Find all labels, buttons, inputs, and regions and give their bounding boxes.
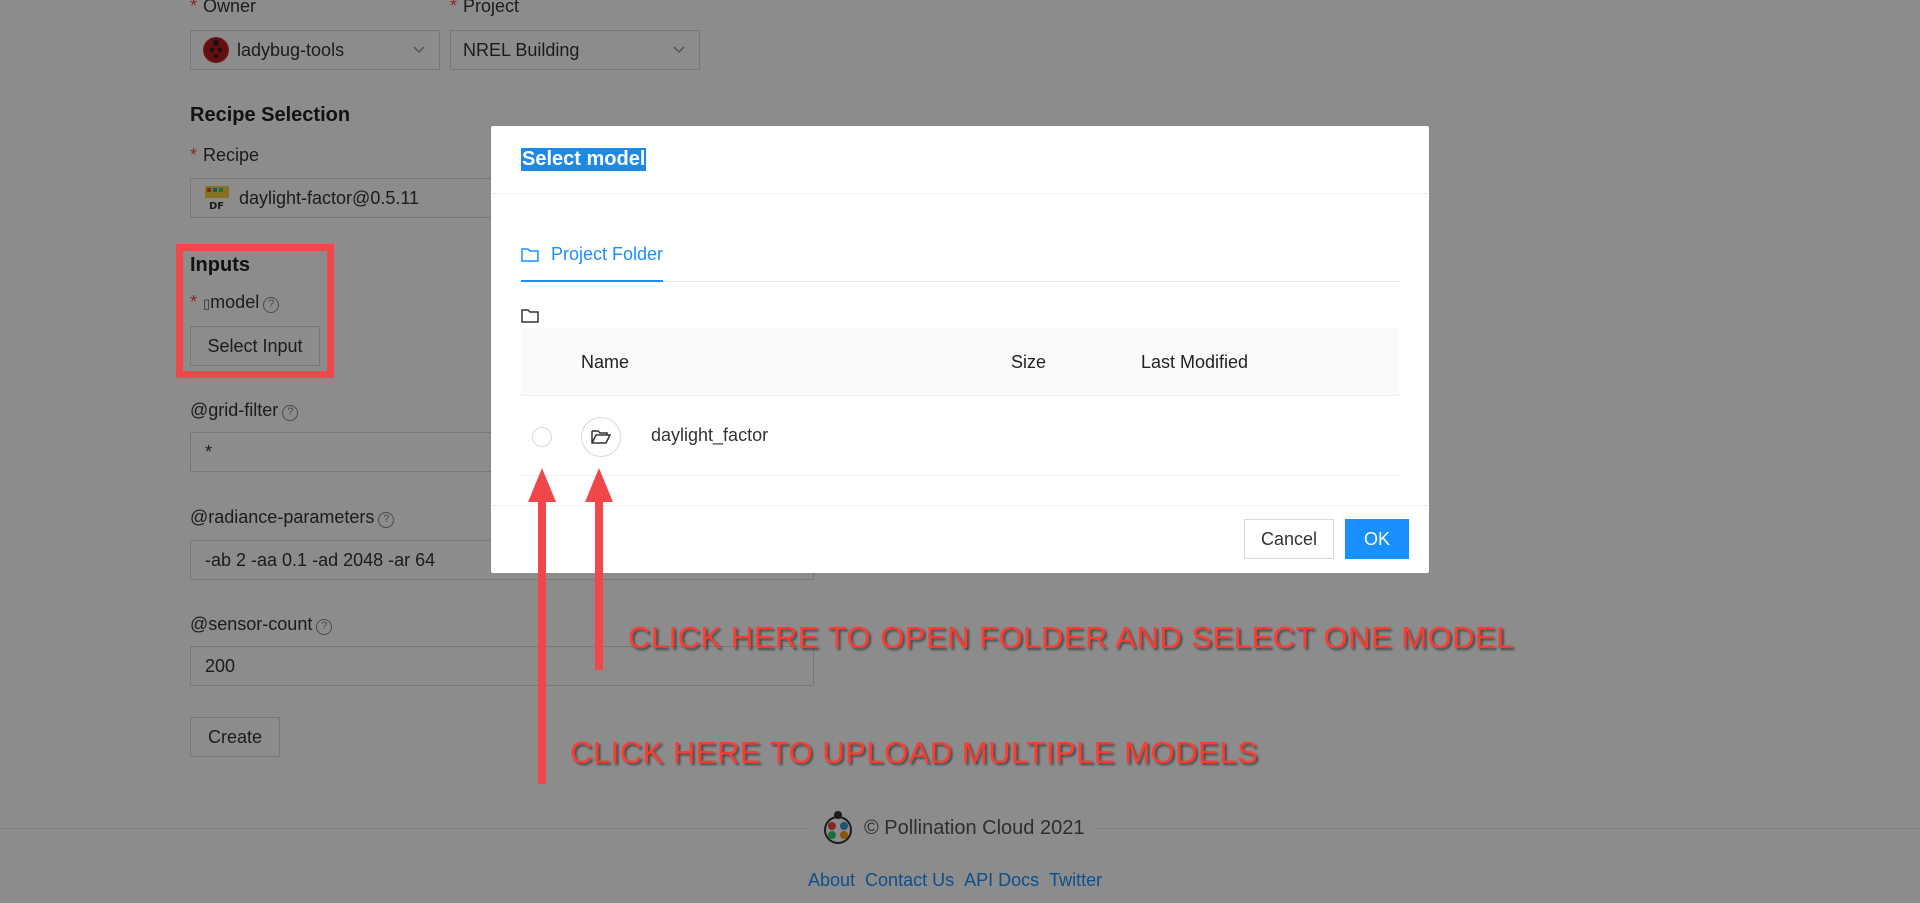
breadcrumb[interactable] [521, 308, 539, 329]
arrow-to-radio [528, 468, 556, 784]
folder-open-icon [591, 430, 611, 444]
row-name: daylight_factor [651, 425, 769, 445]
column-header-size[interactable]: Size [1011, 352, 1046, 373]
tab-project-folder[interactable]: Project Folder [521, 244, 664, 282]
folder-icon [521, 309, 539, 323]
open-folder-button[interactable] [581, 417, 621, 457]
arrow-to-folder-button [585, 468, 613, 670]
column-header-last-modified[interactable]: Last Modified [1141, 352, 1248, 373]
annotation-upload-multiple: CLICK HERE TO UPLOAD MULTIPLE MODELS [570, 735, 1259, 770]
folder-icon [521, 248, 539, 262]
modal-header: Select model [491, 126, 1429, 194]
annotation-open-folder: CLICK HERE TO OPEN FOLDER AND SELECT ONE… [628, 620, 1515, 655]
tab-project-folder-label: Project Folder [551, 244, 664, 264]
table-row[interactable]: daylight_factor [521, 396, 1399, 476]
modal-footer: Cancel OK [491, 505, 1429, 573]
column-header-name[interactable]: Name [581, 352, 629, 373]
ok-button[interactable]: OK [1345, 519, 1409, 559]
modal-tabs: Project Folder [521, 244, 1399, 282]
cancel-button[interactable]: Cancel [1244, 519, 1334, 559]
modal-title: Select model [521, 148, 647, 171]
row-select-radio[interactable] [532, 427, 552, 447]
table-header: Name Size Last Modified [521, 328, 1399, 396]
select-model-modal: Select model Project Folder Name Size La… [491, 126, 1429, 573]
inputs-highlight-box [176, 244, 334, 378]
